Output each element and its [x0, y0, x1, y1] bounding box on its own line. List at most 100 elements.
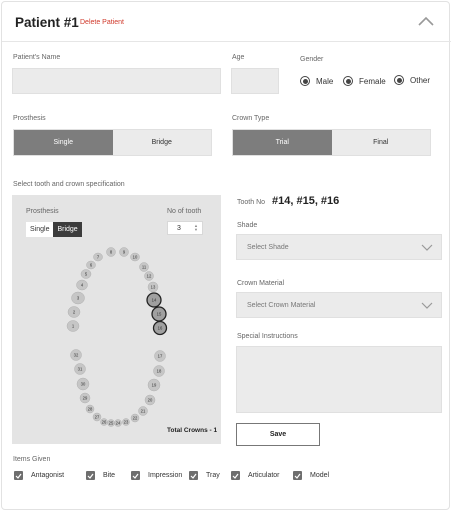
- patient-name-input[interactable]: [12, 68, 221, 94]
- tooth-22[interactable]: 22: [130, 413, 140, 423]
- tooth-4[interactable]: 4: [76, 279, 88, 291]
- tooth-no-value: #14, #15, #16: [272, 195, 340, 207]
- delete-patient-link[interactable]: Delete Patient: [80, 19, 124, 26]
- radio-label: Other: [410, 75, 431, 85]
- tooth-27[interactable]: 27: [92, 412, 102, 422]
- tooth-label: 21: [141, 409, 146, 414]
- gender-male-radio[interactable]: Male: [300, 76, 333, 86]
- checkmark-icon: [231, 471, 240, 480]
- crown-type-final-option[interactable]: Final: [331, 130, 430, 155]
- tooth-section-label: Select tooth and crown specification: [13, 181, 125, 188]
- tooth-6[interactable]: 6: [86, 260, 96, 270]
- tooth-18[interactable]: 18: [153, 365, 165, 377]
- card-header: Patient #1 Delete Patient: [2, 2, 451, 42]
- tooth-24[interactable]: 24: [114, 419, 122, 427]
- tooth-12[interactable]: 12: [144, 271, 154, 281]
- checkbox-model[interactable]: Model: [293, 471, 329, 480]
- tooth-11[interactable]: 11: [139, 262, 149, 272]
- checkbox-bite[interactable]: Bite: [86, 471, 115, 480]
- tooth-label: 11: [142, 265, 147, 270]
- prosthesis-bridge-option[interactable]: Bridge: [112, 130, 211, 155]
- tooth-1[interactable]: 1: [66, 320, 80, 332]
- tooth-20[interactable]: 20: [144, 394, 156, 406]
- tooth-23[interactable]: 23: [122, 418, 130, 426]
- checkmark-icon: [86, 471, 95, 480]
- tooth-label: 27: [95, 415, 100, 420]
- tooth-label: 28: [88, 407, 93, 412]
- checkbox-label: Tray: [206, 472, 220, 479]
- save-button[interactable]: Save: [236, 423, 320, 446]
- tooth-label: 29: [83, 396, 88, 401]
- chevron-up-icon[interactable]: [418, 16, 434, 26]
- tooth-chart-panel: Prosthesis Single Bridge No of tooth 3 ▲…: [12, 195, 221, 444]
- tooth-13[interactable]: 13: [147, 281, 159, 293]
- tooth-10[interactable]: 10: [130, 252, 140, 262]
- tooth-17[interactable]: 17: [154, 350, 166, 362]
- tooth-30[interactable]: 30: [76, 377, 90, 391]
- tooth-5[interactable]: 5: [80, 269, 92, 279]
- checkmark-icon: [293, 471, 302, 480]
- tooth-3[interactable]: 3: [71, 291, 85, 305]
- checkbox-label: Antagonist: [31, 472, 65, 479]
- total-crowns-label: Total Crowns - 1: [167, 427, 218, 434]
- tooth-14[interactable]: 14: [146, 292, 162, 308]
- tooth-label: 14: [152, 298, 157, 303]
- tooth-29[interactable]: 29: [79, 392, 91, 404]
- age-input[interactable]: [231, 68, 279, 94]
- tooth-8[interactable]: 8: [106, 247, 116, 257]
- shade-select[interactable]: Select Shade: [236, 234, 442, 260]
- tooth-9[interactable]: 9: [119, 247, 129, 257]
- tooth-15[interactable]: 15: [151, 306, 167, 322]
- radio-icon: [300, 76, 310, 86]
- tooth-19[interactable]: 19: [147, 378, 161, 392]
- checkmark-icon: [189, 471, 198, 480]
- tooth-31[interactable]: 31: [74, 363, 86, 375]
- tooth-7[interactable]: 7: [93, 252, 103, 262]
- tooth-32[interactable]: 32: [70, 349, 82, 361]
- crown-type-label: Crown Type: [232, 115, 270, 122]
- checkbox-antagonist[interactable]: Antagonist: [14, 471, 64, 480]
- checkbox-articulator[interactable]: Articulator: [231, 471, 280, 480]
- prosthesis-single-option[interactable]: Single: [14, 130, 113, 155]
- tooth-label: 13: [151, 285, 156, 290]
- tooth-2[interactable]: 2: [67, 306, 81, 318]
- tooth-label: 24: [116, 421, 121, 426]
- tooth-label: 12: [147, 274, 152, 279]
- radio-label: Male: [316, 76, 334, 86]
- age-label: Age: [232, 54, 245, 61]
- checkbox-tray[interactable]: Tray: [189, 471, 220, 480]
- checkbox-label: Bite: [103, 472, 116, 479]
- patient-name-label: Patient's Name: [13, 54, 61, 61]
- gender-other-radio[interactable]: Other: [394, 75, 430, 85]
- prosthesis-toggle: Single Bridge: [13, 129, 212, 156]
- chevron-down-icon: [421, 302, 433, 309]
- tooth-label: 17: [158, 354, 163, 359]
- crown-material-label: Crown Material: [237, 280, 285, 287]
- checkmark-icon: [131, 471, 140, 480]
- crown-material-select[interactable]: Select Crown Material: [236, 292, 442, 318]
- chevron-down-icon: [421, 244, 433, 251]
- shade-label: Shade: [237, 222, 258, 229]
- tooth-16[interactable]: 16: [152, 320, 168, 336]
- gender-female-radio[interactable]: Female: [343, 76, 386, 86]
- tooth-label: 19: [152, 383, 157, 388]
- tooth-label: 10: [133, 255, 138, 260]
- radio-icon: [394, 75, 404, 85]
- special-instructions-textarea[interactable]: [236, 346, 442, 413]
- crown-type-trial-option[interactable]: Trial: [233, 130, 332, 155]
- checkbox-label: Impression: [148, 472, 183, 479]
- tooth-28[interactable]: 28: [85, 404, 95, 414]
- teeth-chart: 12345678 91011121314151617181920212223242…: [66, 247, 168, 427]
- tooth-25[interactable]: 25: [107, 419, 115, 427]
- tooth-21[interactable]: 21: [138, 406, 148, 416]
- radio-icon: [343, 76, 353, 86]
- tooth-label: 31: [78, 367, 83, 372]
- checkbox-impression[interactable]: Impression: [131, 471, 182, 480]
- tooth-26[interactable]: 26: [100, 418, 108, 426]
- tooth-label: 20: [148, 398, 153, 403]
- tooth-no-label: Tooth No: [237, 199, 266, 206]
- crown-type-toggle: Trial Final: [232, 129, 431, 156]
- tooth-label: 25: [109, 421, 114, 426]
- tooth-label: 18: [157, 369, 162, 374]
- crown-material-placeholder: Select Crown Material: [247, 301, 316, 309]
